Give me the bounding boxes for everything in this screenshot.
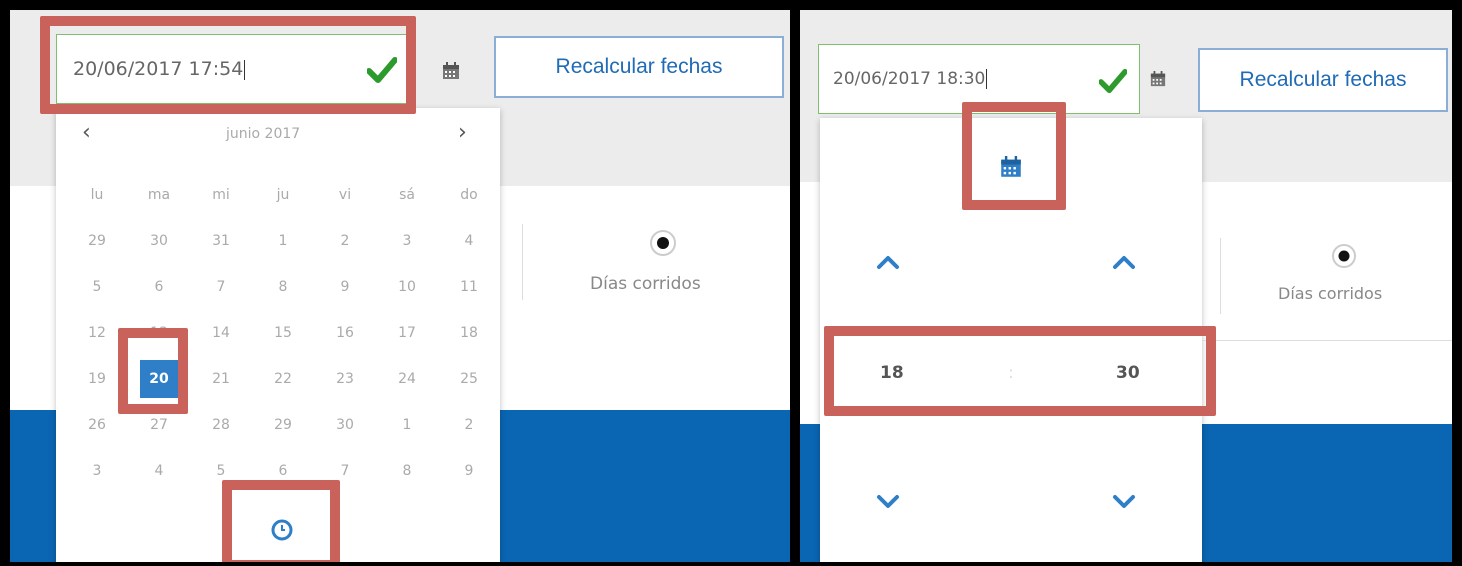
weekday-header: sá (399, 187, 415, 203)
calendar-icon[interactable] (442, 62, 460, 80)
highlight-box (118, 328, 188, 414)
calendar-day[interactable]: 3 (376, 218, 438, 264)
recalcular-fechas-button[interactable]: Recalcular fechas (1198, 48, 1448, 112)
calendar-day[interactable]: 30 (314, 402, 376, 448)
right-screenshot-panel: 20/06/2017 18:30 Recalcular fechas 18 : … (800, 10, 1452, 562)
chevron-up-icon[interactable] (1112, 254, 1136, 270)
calendar-day[interactable]: 23 (314, 356, 376, 402)
datetime-input-value: 20/06/2017 18:30 (833, 69, 986, 89)
next-month-button[interactable]: › (458, 120, 467, 145)
recalcular-fechas-label: Recalcular fechas (555, 55, 723, 78)
calendar-day[interactable]: 4 (128, 448, 190, 494)
calendar-day[interactable]: 22 (252, 356, 314, 402)
dias-corridos-radio[interactable] (650, 230, 676, 256)
calendar-icon[interactable] (1150, 71, 1166, 87)
calendar-day[interactable]: 2 (438, 402, 500, 448)
weekday-header: ma (147, 187, 171, 203)
divider (1220, 238, 1221, 314)
dias-corridos-label: Días corridos (1278, 284, 1383, 303)
calendar-day[interactable]: 3 (66, 448, 128, 494)
divider (522, 224, 523, 300)
calendar-day[interactable]: 9 (314, 264, 376, 310)
chevron-down-icon[interactable] (1112, 494, 1136, 510)
calendar-day[interactable]: 18 (438, 310, 500, 356)
calendar-day[interactable]: 4 (438, 218, 500, 264)
month-label[interactable]: junio 2017 (226, 126, 300, 142)
calendar-day[interactable]: 31 (190, 218, 252, 264)
calendar-day[interactable]: 1 (376, 402, 438, 448)
calendar-day[interactable]: 5 (66, 264, 128, 310)
left-screenshot-panel: 20/06/2017 17:54 Recalcular fechas ‹ jun… (10, 10, 790, 562)
calendar-day[interactable]: 8 (252, 264, 314, 310)
weekday-header: lu (90, 187, 104, 203)
calendar-day[interactable]: 21 (190, 356, 252, 402)
calendar-day[interactable]: 29 (252, 402, 314, 448)
dias-corridos-label: Días corridos (590, 274, 701, 294)
prev-month-button[interactable]: ‹ (82, 120, 91, 145)
calendar-day[interactable]: 14 (190, 310, 252, 356)
recalcular-fechas-button[interactable]: Recalcular fechas (494, 36, 784, 98)
calendar-day[interactable]: 10 (376, 264, 438, 310)
calendar-day[interactable]: 16 (314, 310, 376, 356)
chevron-down-icon[interactable] (876, 494, 900, 510)
calendar-day[interactable]: 30 (128, 218, 190, 264)
row-divider (1202, 340, 1452, 341)
calendar-day[interactable]: 9 (438, 448, 500, 494)
calendar-day[interactable]: 2 (314, 218, 376, 264)
highlight-box (824, 326, 1216, 416)
highlight-box (222, 480, 340, 562)
calendar-day[interactable]: 24 (376, 356, 438, 402)
calendar-day[interactable]: 7 (190, 264, 252, 310)
calendar-day[interactable]: 11 (438, 264, 500, 310)
calendar-day[interactable]: 1 (252, 218, 314, 264)
recalcular-fechas-label: Recalcular fechas (1239, 68, 1407, 91)
dias-corridos-radio[interactable] (1332, 244, 1356, 268)
text-cursor (986, 69, 988, 89)
weekday-header: ju (276, 187, 290, 203)
checkmark-icon (1099, 69, 1127, 93)
highlight-box (40, 16, 416, 114)
calendar-day[interactable]: 25 (438, 356, 500, 402)
calendar-day[interactable]: 15 (252, 310, 314, 356)
weekday-header: mi (212, 187, 230, 203)
calendar-day[interactable]: 17 (376, 310, 438, 356)
weekday-header: do (460, 187, 478, 203)
weekday-header: vi (338, 187, 352, 203)
calendar-day[interactable]: 28 (190, 402, 252, 448)
calendar-day[interactable]: 6 (128, 264, 190, 310)
chevron-up-icon[interactable] (876, 254, 900, 270)
highlight-box (962, 102, 1066, 210)
calendar-day[interactable]: 29 (66, 218, 128, 264)
calendar-day[interactable]: 8 (376, 448, 438, 494)
